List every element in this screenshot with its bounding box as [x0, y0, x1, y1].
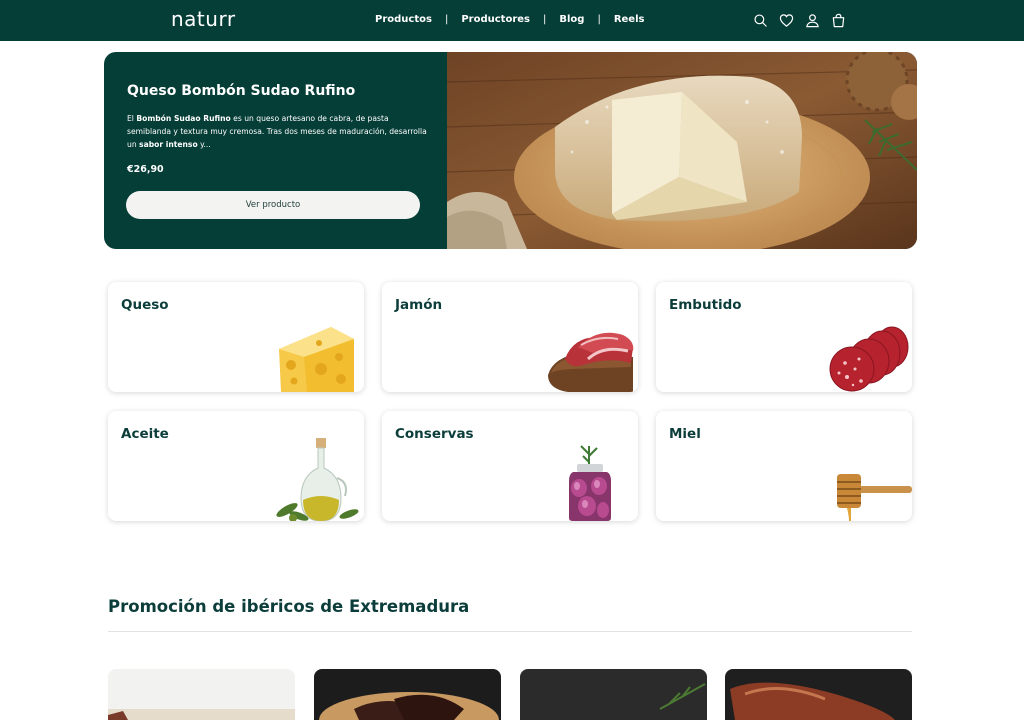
- honey-dipper-icon: [817, 426, 912, 521]
- category-card-embutido[interactable]: Embutido: [656, 282, 912, 392]
- jar-icon: [543, 426, 638, 521]
- promo-section-title: Promoción de ibéricos de Extremadura: [108, 597, 470, 616]
- category-title: Embutido: [669, 297, 742, 313]
- section-divider: [108, 631, 912, 632]
- nav-item-reels[interactable]: Reels: [614, 14, 645, 25]
- top-header: naturr Productos | Productores | Blog | …: [0, 0, 1024, 41]
- logo[interactable]: naturr: [171, 7, 236, 31]
- oil-bottle-icon: [269, 426, 364, 521]
- category-title: Miel: [669, 426, 701, 442]
- hero-title: Queso Bombón Sudao Rufino: [127, 83, 356, 99]
- view-product-button[interactable]: Ver producto: [126, 191, 420, 219]
- nav-separator: |: [597, 14, 601, 25]
- nav-separator: |: [444, 14, 449, 25]
- product-card-image[interactable]: [314, 669, 501, 720]
- cart-icon[interactable]: [831, 13, 846, 28]
- category-card-miel[interactable]: Miel: [656, 411, 912, 521]
- category-title: Jamón: [395, 297, 443, 313]
- category-card-jamon[interactable]: Jamón: [382, 282, 638, 392]
- hero-banner: Queso Bombón Sudao Rufino El Bombón Suda…: [104, 52, 917, 249]
- nav-item-blog[interactable]: Blog: [559, 14, 584, 25]
- product-card-image[interactable]: [108, 669, 295, 720]
- search-icon[interactable]: [753, 13, 768, 28]
- header-actions: [753, 13, 846, 28]
- hero-price: €26,90: [127, 164, 164, 175]
- hero-description: El Bombón Sudao Rufino es un queso artes…: [127, 114, 427, 149]
- product-card-image[interactable]: [520, 669, 707, 720]
- nav-item-productos[interactable]: Productos: [375, 14, 432, 25]
- hero-cheese-image[interactable]: [446, 52, 917, 249]
- category-title: Conservas: [395, 426, 474, 442]
- user-icon[interactable]: [805, 13, 820, 28]
- nav-item-productores[interactable]: Productores: [461, 14, 530, 25]
- product-card-image[interactable]: [725, 669, 912, 720]
- category-card-aceite[interactable]: Aceite: [108, 411, 364, 521]
- category-title: Aceite: [121, 426, 169, 442]
- main-nav: Productos | Productores | Blog | Reels: [375, 14, 644, 25]
- ham-icon: [543, 297, 638, 392]
- category-title: Queso: [121, 297, 169, 313]
- category-card-queso[interactable]: Queso: [108, 282, 364, 392]
- heart-icon[interactable]: [779, 13, 794, 28]
- category-card-conservas[interactable]: Conservas: [382, 411, 638, 521]
- hero-content: Queso Bombón Sudao Rufino El Bombón Suda…: [104, 52, 447, 249]
- sausage-icon: [817, 297, 912, 392]
- nav-separator: |: [542, 14, 547, 25]
- cheese-icon: [269, 297, 364, 392]
